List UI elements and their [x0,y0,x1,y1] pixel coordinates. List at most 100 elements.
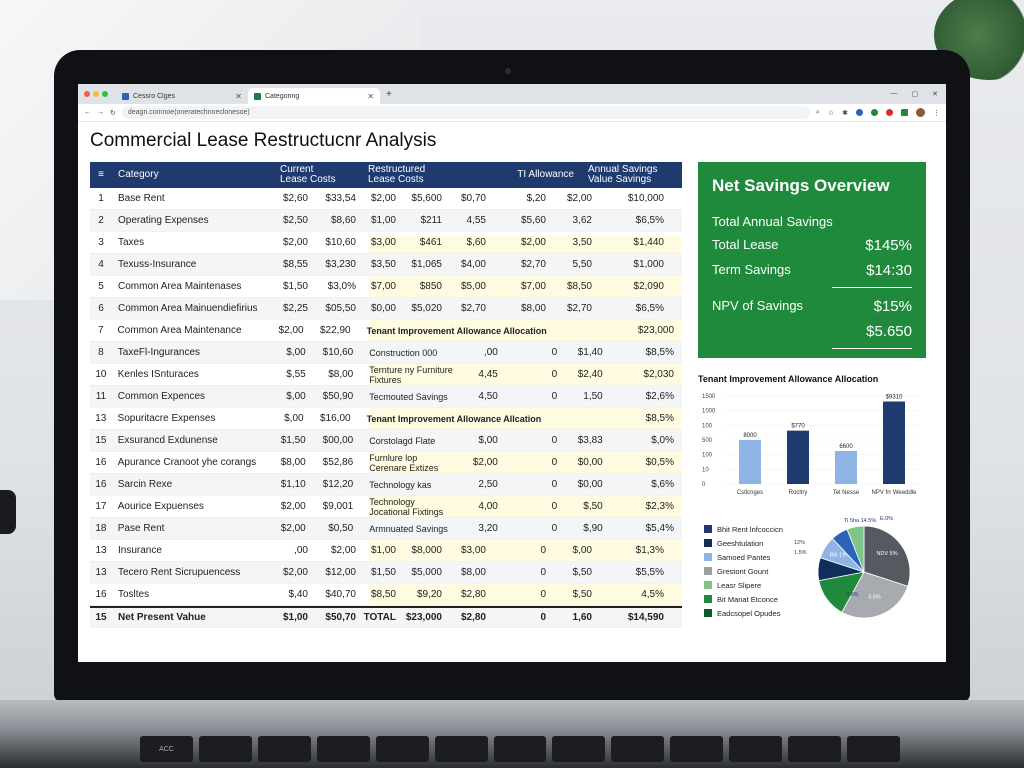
cell-current-a[interactable]: $2,00 [278,501,306,512]
bar[interactable] [835,451,857,484]
row-number[interactable]: 13 [90,413,112,424]
cell-annual-a[interactable]: $0,00 [557,479,603,490]
cell-current-b[interactable]: $22,90 [304,325,351,336]
cell-current-b[interactable]: $0,50 [306,523,353,534]
cell-category[interactable]: Common Area Mainuendiefirius [112,303,280,314]
cell-restructured-a[interactable]: $3,50 [356,259,396,270]
maximize-dot[interactable] [102,91,108,97]
table-row[interactable]: 11 Common Expences $,00 $50,90 Tecmouted Sav… [90,386,682,408]
cell-annual-savings[interactable]: $6,5% [592,303,672,314]
allocation-header[interactable]: Tenant Improvement Allowance Allocation [351,326,604,336]
cell-annual-a[interactable]: $,90 [557,523,602,534]
cell-annual-a[interactable]: 3,50 [546,237,592,248]
cell-restructured-a[interactable]: Armnuated Savings [353,524,454,534]
extension-red-icon[interactable] [886,109,893,116]
table-row[interactable]: 3 Taxes $2,00 $10,60 $3,00 $461 $,60 $2,00 3,50 $… [90,232,682,254]
cell-restructured-a[interactable]: $2,00 [356,193,396,204]
header-restructured[interactable]: Restructured Lease Costs [356,165,486,185]
cell-restructured-c[interactable]: 4,55 [442,215,486,226]
cell-current-a[interactable]: ,00 [280,545,308,556]
cell-annual-savings[interactable]: $1,3% [592,545,672,556]
cell-annual-savings[interactable]: $0,5% [603,457,682,468]
cell-current-a[interactable]: $1,50 [280,281,308,292]
cell-restructured-b[interactable]: $461 [396,237,442,248]
cell-current-b[interactable]: $40,70 [308,589,356,600]
table-row[interactable]: 16 Apurance Cranoot yhe corangs $8,00 $52,8… [90,452,682,474]
cell-restructured-c[interactable]: $,60 [442,237,486,248]
cell-annual-savings[interactable]: $5,5% [592,567,672,578]
cell-annual-a[interactable]: $2,00 [546,193,592,204]
cell-current-b[interactable]: $12,20 [306,479,354,490]
cell-current-b[interactable]: $3,230 [308,259,356,270]
close-dot[interactable] [84,91,90,97]
cell-restructured-a[interactable]: $1,50 [356,567,396,578]
cell-ti-allowance[interactable]: 0 [498,523,558,534]
cell-current-b[interactable]: $50,70 [308,612,356,623]
cell-restructured-a[interactable]: TOTAL [356,612,396,623]
cell-annual-savings[interactable]: $8,5% [604,413,683,424]
cell-restructured-a[interactable]: $3,00 [356,237,396,248]
cell-category[interactable]: Common Area Maintenance [112,325,277,336]
cell-annual-a[interactable]: 1,60 [546,612,592,623]
cell-restructured-a[interactable]: Corstolagd Flate [353,436,454,446]
cell-current-b[interactable]: $8,60 [308,215,356,226]
cell-current-b[interactable]: $50,90 [306,391,354,402]
cell-ti-allowance[interactable]: 0 [486,545,546,556]
extension-blue-icon[interactable] [856,109,863,116]
forward-icon[interactable]: → [97,109,104,116]
table-row[interactable]: 2 Operating Expenses $2,50 $8,60 $1,00 $211 4,… [90,210,682,232]
cell-current-b[interactable]: $52,86 [306,457,354,468]
cell-annual-savings[interactable]: 4,5% [592,589,672,600]
cell-restructured-a[interactable]: Technology kas [353,480,454,490]
cell-restructured-a[interactable]: Technology Jocational Fixtings [353,497,454,517]
cell-current-b[interactable]: $10,60 [306,347,354,358]
cell-current-a[interactable]: $2,25 [280,303,308,314]
cell-restructured-b[interactable]: $23,000 [396,612,442,623]
cell-annual-a[interactable]: $1,40 [557,347,603,358]
minimize-dot[interactable] [93,91,99,97]
close-tab-icon[interactable]: ✕ [367,92,374,101]
minimize-icon[interactable]: — [891,90,898,98]
cell-annual-savings[interactable]: $14,590 [592,612,672,623]
bar[interactable] [739,440,761,484]
cell-ti-allowance[interactable]: 0 [498,391,558,402]
row-number[interactable]: 13 [90,545,112,556]
row-number[interactable]: 8 [90,347,112,358]
cell-current-a[interactable]: $1,00 [280,612,308,623]
cell-restructured-b[interactable]: $8,000 [396,545,442,556]
row-number[interactable]: 15 [90,612,112,623]
cell-category[interactable]: Texuss-Insurance [112,259,280,270]
cell-annual-a[interactable]: $,50 [546,567,592,578]
cell-ti-allowance[interactable]: 0 [486,612,546,623]
row-number[interactable]: 17 [90,501,112,512]
cell-annual-savings[interactable]: $1,440 [592,237,672,248]
cell-restructured-b[interactable]: $211 [396,215,442,226]
cell-annual-savings[interactable]: $8,5% [603,347,682,358]
cell-restructured-c[interactable]: $2,70 [442,303,486,314]
table-row[interactable]: 4 Texuss-Insurance $8,55 $3,230 $3,50 $1,065 $… [90,254,682,276]
cell-annual-savings[interactable]: $10,000 [592,193,672,204]
cell-annual-a[interactable]: 5,50 [546,259,592,270]
table-row[interactable]: 16 Tosltes $,40 $40,70 $8,50 $9,20 $2,80 0 $,50 4… [90,584,682,606]
cell-current-a[interactable]: $,00 [278,391,305,402]
cell-category[interactable]: Aourice Expuenses [112,501,278,512]
extension-green-icon[interactable] [871,109,878,116]
cell-restructured-c[interactable]: $0,70 [442,193,486,204]
cell-current-b[interactable]: $05,50 [308,303,356,314]
cell-current-a[interactable]: $,00 [276,413,303,424]
cell-restructured-a[interactable]: Tecmouted Savings [353,392,454,402]
row-number[interactable]: 5 [90,281,112,292]
cell-ti-allowance[interactable]: 0 [498,347,558,358]
cell-category[interactable]: Net Present Vahue [112,612,280,623]
table-row[interactable]: 17 Aourice Expuenses $2,00 $9,001 Technology… [90,496,682,518]
row-number[interactable]: 6 [90,303,112,314]
cell-restructured-a[interactable]: $0,00 [356,303,396,314]
cell-current-a[interactable]: $,00 [278,347,305,358]
cell-restructured-b[interactable]: $5,020 [396,303,442,314]
cell-category[interactable]: Base Rent [112,193,280,204]
cell-ti-allowance[interactable]: 0 [486,589,546,600]
bar[interactable] [787,430,809,484]
cell-current-b[interactable]: $9,001 [306,501,354,512]
cell-current-a[interactable]: $1,50 [278,435,306,446]
cell-current-a[interactable]: $1,10 [278,479,306,490]
